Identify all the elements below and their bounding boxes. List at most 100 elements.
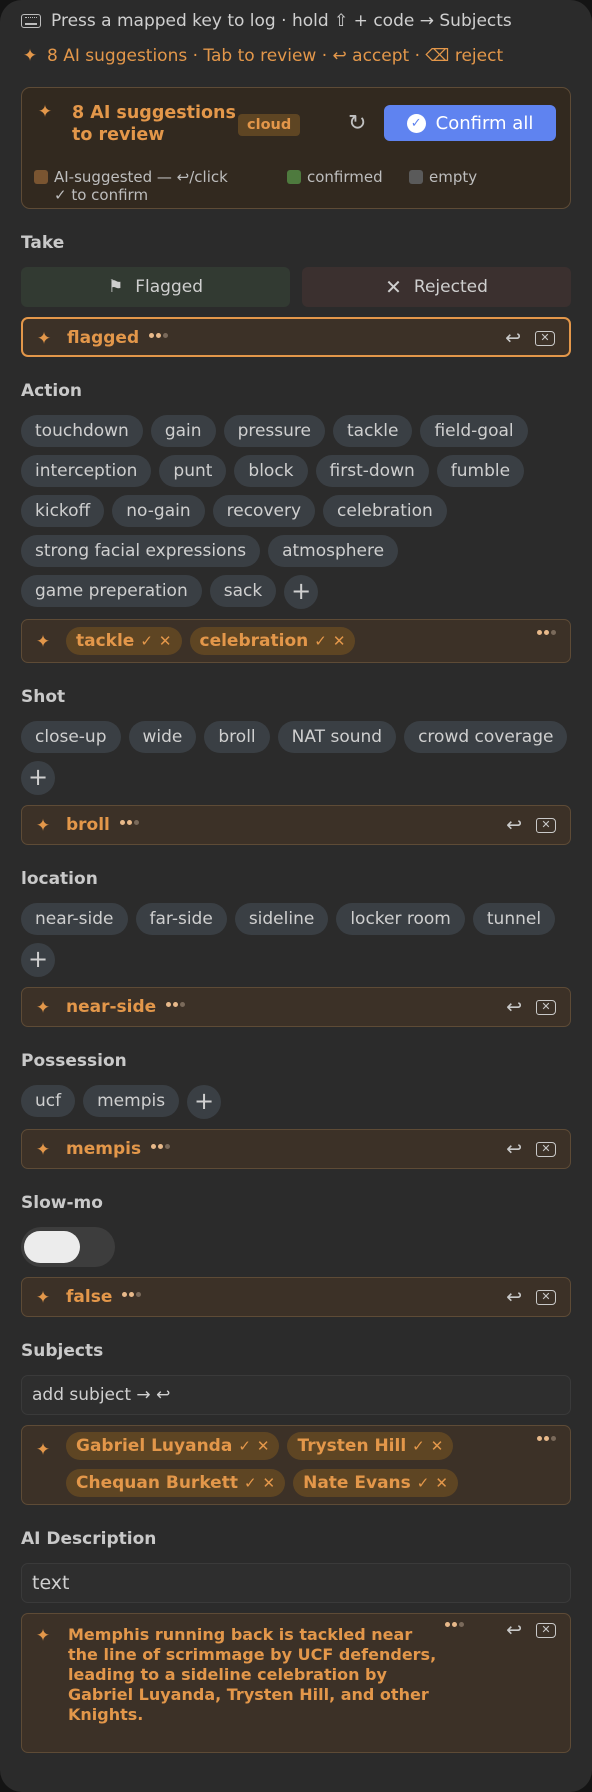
refresh-icon[interactable]: ↻ (348, 113, 368, 135)
sparkle-icon: ✦ (35, 1140, 51, 1160)
possession-ai-suggestion[interactable]: ✦ mempis ↩ ✕ (21, 1129, 571, 1169)
take-ai-suggestion[interactable]: ✦ flagged ↩ ✕ (21, 317, 571, 357)
chip-near-side[interactable]: near-side (21, 903, 128, 935)
action-ai-suggestion: ✦ tackle ✓ ✕ celebration ✓ ✕ (21, 619, 571, 663)
ai-suggestion-value: broll (66, 806, 139, 844)
sparkle-icon: ✦ (35, 632, 51, 652)
field-actions: ↩ ✕ (506, 1620, 556, 1640)
remove-icon: ✕ (256, 1437, 270, 1455)
chip-mempis[interactable]: mempis (83, 1085, 180, 1117)
chip-atmosphere[interactable]: atmosphere (268, 535, 399, 567)
chip-kickoff[interactable]: kickoff (21, 495, 105, 527)
slowmo-toggle[interactable] (21, 1227, 115, 1267)
chip-block[interactable]: block (234, 455, 308, 487)
chip-broll[interactable]: broll (204, 721, 270, 753)
confirm-all-button[interactable]: ✓ Confirm all (384, 105, 556, 141)
ai-chip-subject[interactable]: Chequan Burkett ✓ ✕ (66, 1469, 286, 1497)
add-action-button[interactable]: + (284, 575, 319, 609)
cloud-badge: cloud (238, 114, 301, 136)
confirm-icon: ✓ (416, 1474, 430, 1492)
legend-confirmed: confirmed (287, 168, 383, 186)
ai-chip-subject[interactable]: Trysten Hill ✓ ✕ (287, 1432, 454, 1460)
chip-gain[interactable]: gain (150, 415, 216, 447)
confidence-dots (445, 1622, 464, 1627)
chip-game-preperation[interactable]: game preperation (21, 575, 202, 607)
confidence-dots (119, 820, 139, 825)
chip-nat-sound[interactable]: NAT sound (277, 721, 397, 753)
reject-icon[interactable]: ✕ (536, 1142, 556, 1157)
add-shot-button[interactable]: + (21, 761, 55, 795)
chip-pressure[interactable]: pressure (223, 415, 325, 447)
keyboard-hint: Press a mapped key to log · hold ⇧ + cod… (21, 10, 571, 32)
location-chips: near-side far-side sideline locker room … (21, 903, 571, 977)
accept-icon[interactable]: ↩ (506, 815, 522, 835)
add-subject-input[interactable]: add subject → ↩ (21, 1375, 571, 1415)
chip-punt[interactable]: punt (159, 455, 227, 487)
chip-strong-facial-expressions[interactable]: strong facial expressions (21, 535, 261, 567)
chip-interception[interactable]: interception (21, 455, 152, 487)
accept-icon[interactable]: ↩ (506, 1139, 522, 1159)
ai-chip-list: tackle ✓ ✕ celebration ✓ ✕ (66, 627, 356, 655)
remove-icon: ✕ (262, 1474, 276, 1492)
ai-suggestion-value: flagged (67, 319, 169, 357)
field-actions: ↩ ✕ (506, 1139, 556, 1159)
take-label: Take (21, 233, 65, 253)
chip-fumble[interactable]: fumble (436, 455, 525, 487)
chip-sideline[interactable]: sideline (234, 903, 329, 935)
accept-icon[interactable]: ↩ (505, 328, 521, 348)
ai-chip-subject[interactable]: Nate Evans ✓ ✕ (293, 1469, 458, 1497)
ai-description-input[interactable]: text (21, 1563, 571, 1603)
accept-icon[interactable]: ↩ (506, 1620, 522, 1640)
confidence-dots (122, 1292, 142, 1297)
add-location-button[interactable]: + (21, 943, 55, 977)
take-buttons: ⚑ Flagged ✕ Rejected (21, 267, 571, 307)
action-label: Action (21, 381, 82, 401)
add-possession-button[interactable]: + (187, 1085, 222, 1119)
accept-icon[interactable]: ↩ (506, 1287, 522, 1307)
chip-close-up[interactable]: close-up (21, 721, 121, 753)
rejected-button[interactable]: ✕ Rejected (302, 267, 571, 307)
sparkle-icon: ✦ (35, 1626, 51, 1646)
description-ai-suggestion[interactable]: ✦ Memphis running back is tackled near t… (21, 1613, 571, 1753)
chip-no-gain[interactable]: no-gain (112, 495, 205, 527)
ai-chip-celebration[interactable]: celebration ✓ ✕ (189, 627, 356, 655)
shot-ai-suggestion[interactable]: ✦ broll ↩ ✕ (21, 805, 571, 845)
flag-icon: ⚑ (107, 277, 124, 297)
chip-wide[interactable]: wide (128, 721, 197, 753)
reject-icon[interactable]: ✕ (536, 1623, 556, 1638)
keyboard-hint-text: Press a mapped key to log · hold ⇧ + cod… (51, 11, 512, 31)
location-ai-suggestion[interactable]: ✦ near-side ↩ ✕ (21, 987, 571, 1027)
confidence-dots (149, 333, 169, 338)
shot-label: Shot (21, 687, 66, 707)
chip-field-goal[interactable]: field-goal (420, 415, 528, 447)
ai-chip-tackle[interactable]: tackle ✓ ✕ (66, 627, 182, 655)
chip-touchdown[interactable]: touchdown (21, 415, 143, 447)
reject-icon[interactable]: ✕ (536, 818, 556, 833)
chip-first-down[interactable]: first-down (315, 455, 429, 487)
subjects-label: Subjects (21, 1341, 104, 1361)
close-icon: ✕ (385, 275, 402, 299)
ai-suggestion-value: near-side (66, 988, 186, 1026)
reject-icon[interactable]: ✕ (536, 1290, 556, 1305)
chip-locker-room[interactable]: locker room (336, 903, 465, 935)
reject-icon[interactable]: ✕ (536, 1000, 556, 1015)
accept-icon[interactable]: ↩ (506, 997, 522, 1017)
slowmo-ai-suggestion[interactable]: ✦ false ↩ ✕ (21, 1277, 571, 1317)
chip-tunnel[interactable]: tunnel (472, 903, 556, 935)
chip-celebration[interactable]: celebration (323, 495, 447, 527)
chip-far-side[interactable]: far-side (135, 903, 227, 935)
ai-chip-subject[interactable]: Gabriel Luyanda ✓ ✕ (66, 1432, 280, 1460)
legend-label: empty (429, 168, 478, 186)
remove-icon: ✕ (435, 1474, 448, 1492)
chip-tackle[interactable]: tackle (333, 415, 413, 447)
legend-ai-suggested: AI-suggested — ↩/click ✓ to confirm (34, 168, 234, 204)
sparkle-icon: ✦ (36, 329, 52, 349)
chip-crowd-coverage[interactable]: crowd coverage (404, 721, 568, 753)
sparkle-icon: ✦ (35, 1288, 51, 1308)
legend-swatch (287, 170, 301, 184)
flagged-button[interactable]: ⚑ Flagged (21, 267, 290, 307)
chip-sack[interactable]: sack (209, 575, 277, 607)
chip-recovery[interactable]: recovery (212, 495, 316, 527)
chip-ucf[interactable]: ucf (21, 1085, 76, 1117)
reject-icon[interactable]: ✕ (535, 331, 555, 346)
